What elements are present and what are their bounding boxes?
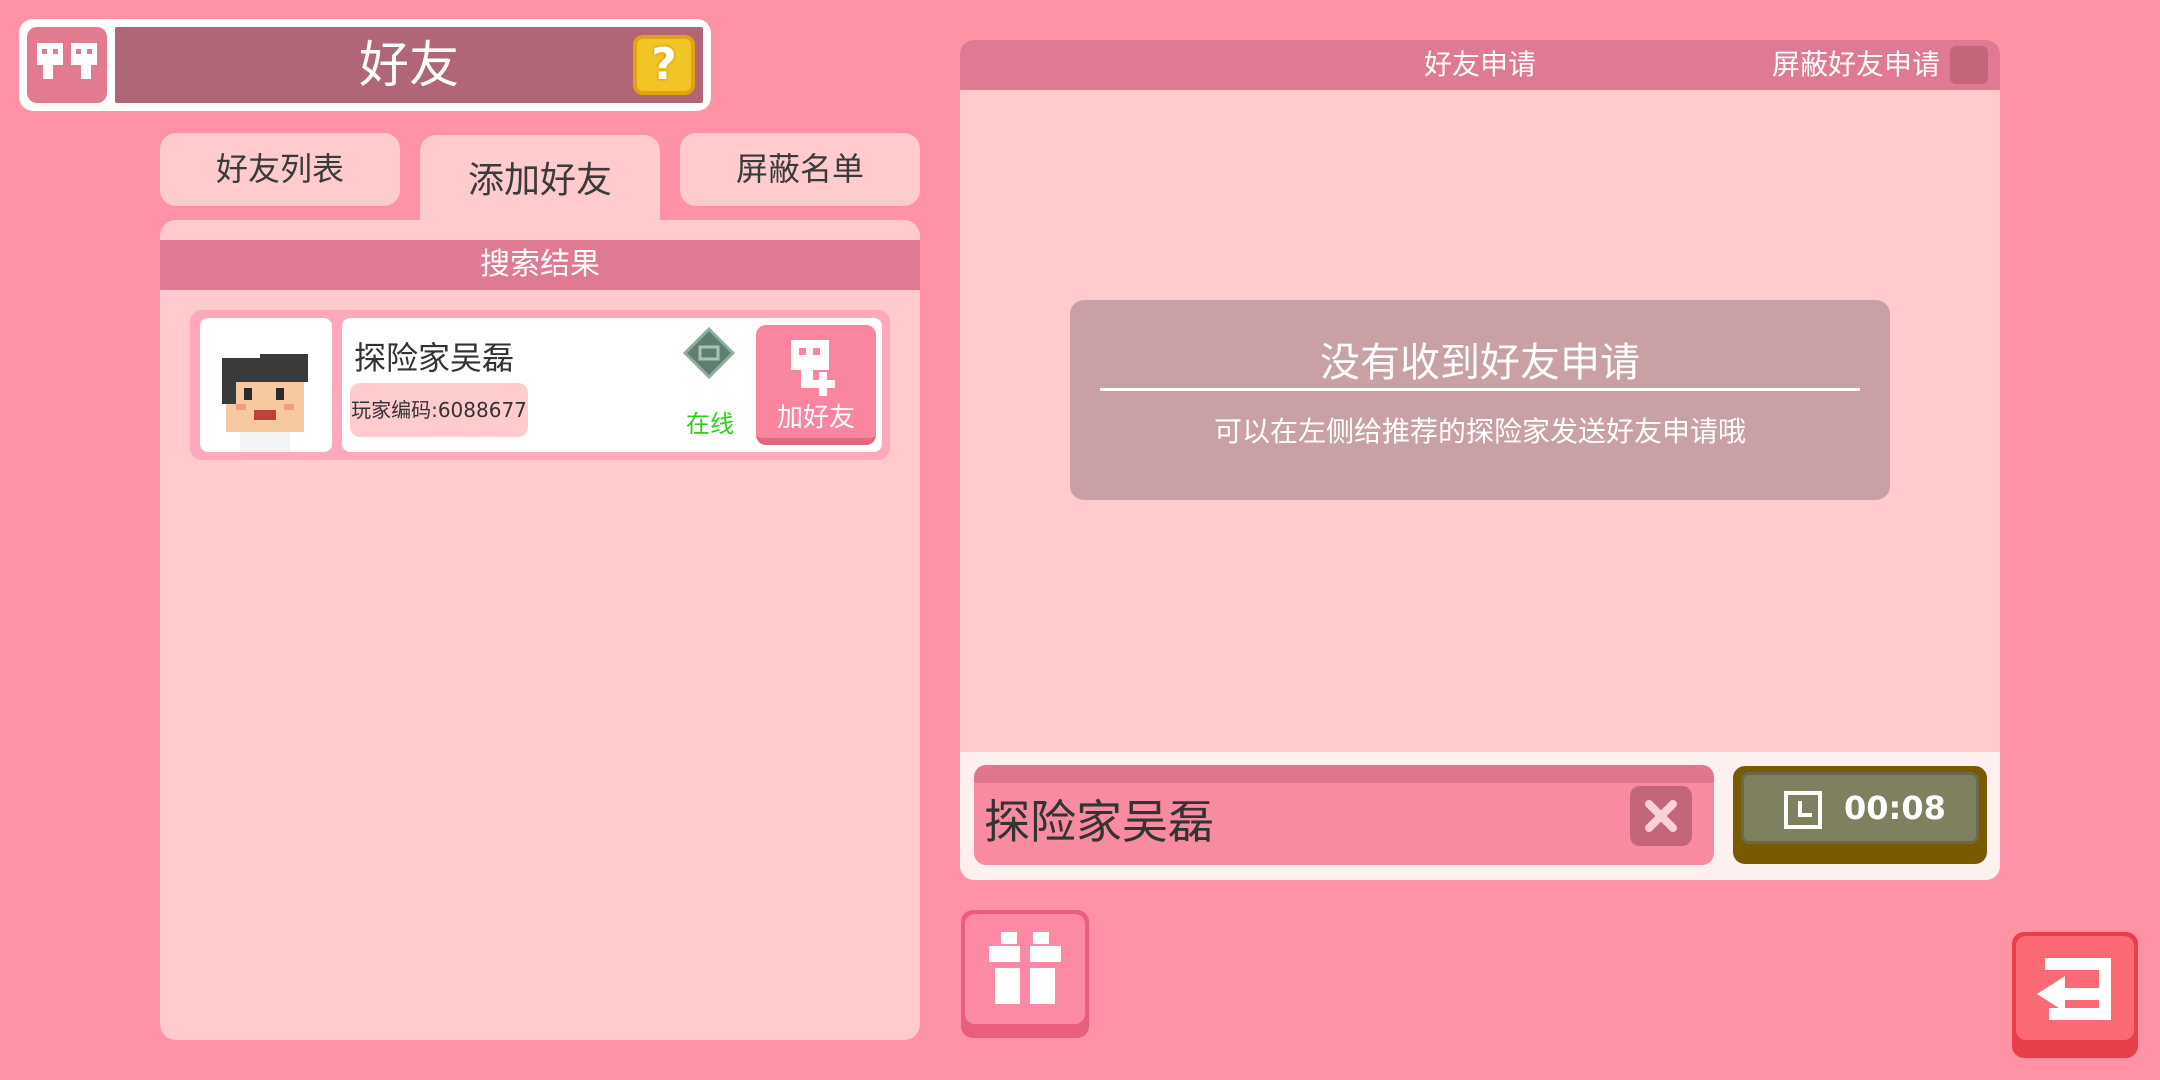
- tab-block-list[interactable]: 屏蔽名单: [680, 133, 920, 206]
- clear-button[interactable]: [1630, 786, 1692, 846]
- search-results-header: 搜索结果: [160, 240, 920, 290]
- gift-icon: [989, 932, 1061, 1004]
- connection-diamond-icon: [682, 326, 736, 380]
- empty-requests-title: 没有收到好友申请: [1320, 340, 1640, 386]
- timer-value: 00:08: [1844, 789, 1946, 827]
- gift-button-face[interactable]: [965, 914, 1085, 1024]
- back-arrow-icon: [2037, 958, 2111, 1020]
- question-mark-icon: ?: [651, 39, 677, 90]
- friends-icon: [27, 27, 107, 103]
- empty-requests-hint: 可以在左侧给推荐的探险家发送好友申请哦: [1213, 415, 1746, 448]
- tab-friend-list[interactable]: 好友列表: [160, 133, 400, 206]
- add-friend-icon: [791, 340, 835, 396]
- block-requests-checkbox[interactable]: [1950, 46, 1988, 84]
- divider: [1100, 388, 1860, 391]
- player-name: 探险家吴磊: [354, 339, 515, 377]
- tab-add-friend[interactable]: 添加好友: [420, 135, 660, 227]
- avatar[interactable]: [200, 318, 332, 452]
- player-code: 玩家编码:6088677: [350, 383, 528, 437]
- close-x-icon: [1645, 800, 1677, 832]
- add-friend-label: 加好友: [776, 403, 855, 433]
- page-title: 好友: [359, 36, 459, 94]
- help-button[interactable]: ?: [633, 35, 695, 95]
- block-requests-label: 屏蔽好友申请: [1771, 48, 1940, 81]
- clock-icon: [1784, 791, 1822, 829]
- add-friend-button[interactable]: 加好友: [756, 325, 876, 445]
- search-input-value: 探险家吴磊: [984, 795, 1214, 849]
- search-timer[interactable]: 00:08: [1741, 772, 1979, 844]
- online-status: 在线: [686, 410, 734, 438]
- back-button-face[interactable]: [2016, 936, 2134, 1040]
